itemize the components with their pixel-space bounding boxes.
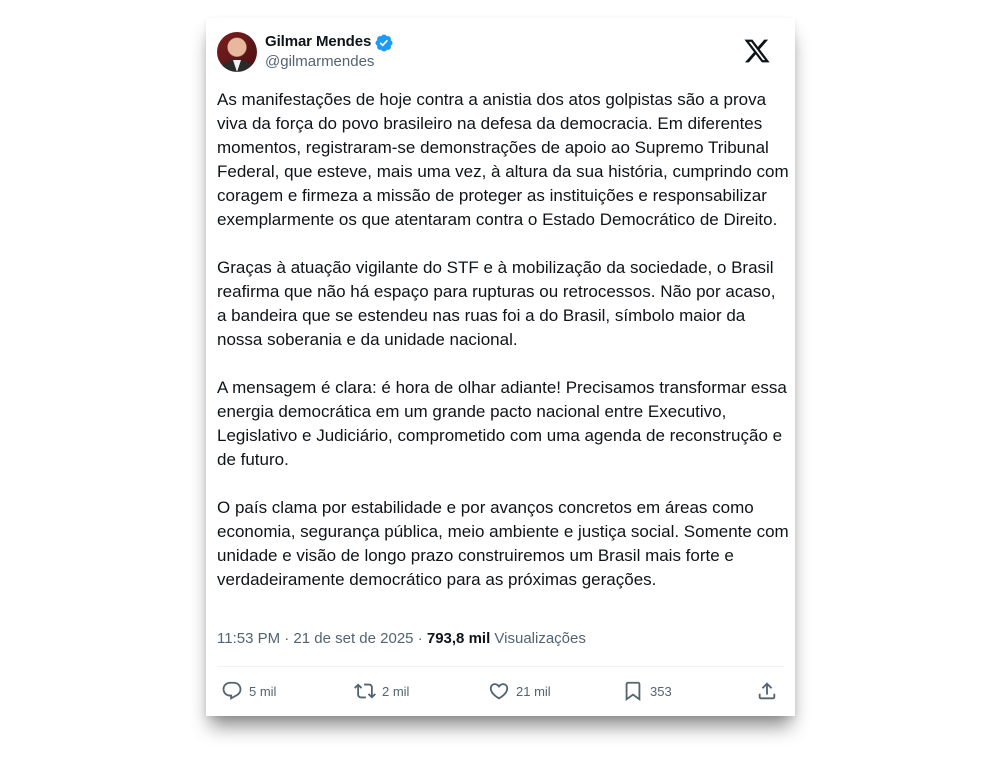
share-button[interactable] <box>756 676 784 706</box>
reply-count: 5 mil <box>249 683 277 699</box>
action-bar: 5 mil 2 mil 21 mil 353 <box>217 676 789 706</box>
like-button[interactable]: 21 mil <box>488 676 551 706</box>
tweet-paragraph: O país clama por estabilidade e por avan… <box>217 498 789 589</box>
verified-badge-icon <box>375 34 393 52</box>
share-icon <box>758 682 776 700</box>
tweet-paragraph: As manifestações de hoje contra a anisti… <box>217 90 789 229</box>
tweet-card: Gilmar Mendes @gilmarmendes As manifesta… <box>206 18 795 716</box>
bookmark-icon <box>625 681 641 702</box>
repost-count: 2 mil <box>382 683 410 699</box>
tweet-text: As manifestações de hoje contra a anisti… <box>217 88 789 616</box>
bookmark-button[interactable]: 353 <box>622 676 672 706</box>
author-name[interactable]: Gilmar Mendes <box>265 33 371 50</box>
repost-button[interactable]: 2 mil <box>354 676 409 706</box>
bookmark-count: 353 <box>650 683 672 699</box>
reply-icon <box>222 681 242 700</box>
tweet-meta: 11:53 PM · 21 de set de 2025 · 793,8 mil… <box>217 630 586 647</box>
tweet-paragraph: A mensagem é clara: é hora de olhar adia… <box>217 378 787 469</box>
author-handle[interactable]: @gilmarmendes <box>265 53 374 70</box>
reply-button[interactable]: 5 mil <box>221 676 276 706</box>
like-count: 21 mil <box>516 683 551 699</box>
divider <box>217 666 784 667</box>
repost-icon <box>354 683 376 699</box>
like-icon <box>489 683 509 700</box>
x-logo-icon[interactable] <box>742 37 772 65</box>
views-label: Visualizações <box>490 630 586 647</box>
avatar[interactable] <box>217 32 257 72</box>
timestamp[interactable]: 11:53 PM · 21 de set de 2025 · <box>217 630 427 647</box>
views-count: 793,8 mil <box>426 630 491 647</box>
tweet-paragraph: Graças à atuação vigilante do STF e à mo… <box>217 258 776 349</box>
